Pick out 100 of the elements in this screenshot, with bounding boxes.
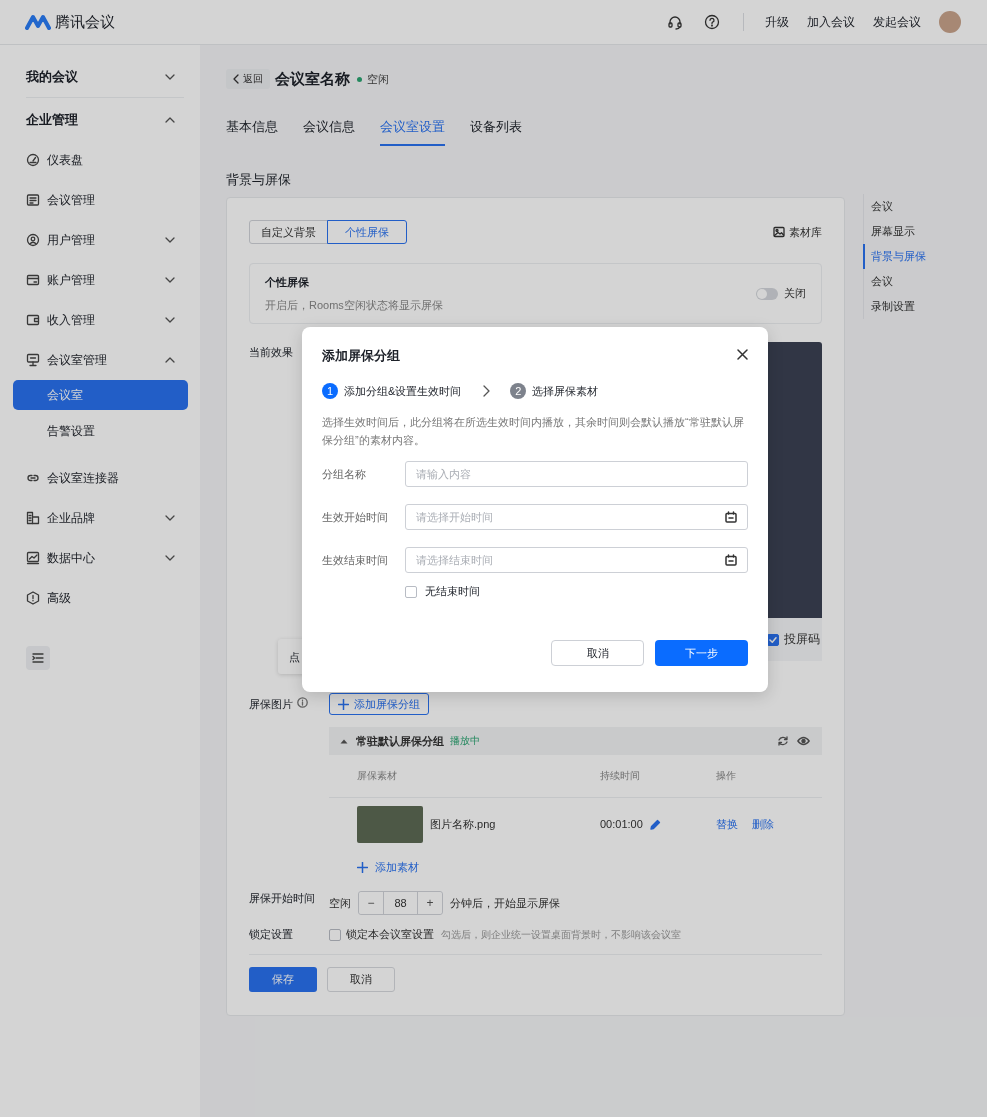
- chevron-down-icon: [165, 555, 175, 561]
- checkbox-label: 无结束时间: [425, 584, 480, 599]
- room-title: 会议室名称: [275, 69, 350, 89]
- toggle-switch[interactable]: [756, 287, 778, 300]
- header-link[interactable]: 升级: [765, 13, 789, 31]
- calendar-icon: [725, 511, 737, 523]
- calendar-icon: [725, 554, 737, 566]
- shield-icon: [26, 591, 40, 605]
- list-icon: [26, 193, 40, 207]
- card-icon: [26, 273, 40, 287]
- sidebar-item[interactable]: 企业管理: [0, 100, 200, 140]
- help-icon[interactable]: [704, 14, 720, 30]
- anchor-link[interactable]: 录制设置: [863, 294, 926, 319]
- anchor-link[interactable]: 会议: [863, 269, 926, 294]
- chevron-up-icon: [165, 117, 175, 123]
- wallet-icon: [26, 313, 40, 327]
- tab[interactable]: 基本信息: [226, 116, 278, 146]
- images-label: 屏保图片: [249, 697, 293, 712]
- column-header: 操作: [716, 769, 737, 783]
- action-link[interactable]: 替换: [716, 816, 738, 832]
- cancel-button[interactable]: 取消: [551, 640, 644, 666]
- sidebar-item[interactable]: 会议室管理: [0, 340, 200, 380]
- library-link[interactable]: 素材库: [773, 224, 822, 240]
- tab[interactable]: 会议信息: [303, 116, 355, 146]
- sidebar-item[interactable]: 收入管理: [0, 300, 200, 340]
- switch-label: 关闭: [784, 286, 806, 301]
- tab[interactable]: 设备列表: [470, 116, 522, 146]
- cancel-button[interactable]: 取消: [327, 967, 395, 992]
- monitor-icon: [26, 353, 40, 367]
- sidebar-item[interactable]: 我的会议: [0, 57, 200, 97]
- info-icon: [297, 697, 308, 708]
- sidebar-item[interactable]: 账户管理: [0, 260, 200, 300]
- column-header: 屏保素材: [357, 769, 398, 783]
- file-name: 图片名称.png: [430, 816, 496, 832]
- segment-option[interactable]: 自定义背景: [249, 220, 328, 244]
- section-title: 背景与屏保: [226, 171, 292, 187]
- date-field[interactable]: 请选择开始时间: [405, 504, 748, 530]
- close-icon[interactable]: [737, 348, 748, 360]
- add-group-button[interactable]: 添加屏保分组: [329, 693, 429, 715]
- anchor-link[interactable]: 会议: [863, 194, 926, 219]
- logo-icon: [25, 14, 51, 30]
- sidebar-item[interactable]: 告警设置: [13, 410, 188, 452]
- field-label: 分组名称: [322, 466, 367, 482]
- sidebar-item[interactable]: 仪表盘: [0, 140, 200, 180]
- back-button[interactable]: 返回: [226, 69, 270, 89]
- refresh-icon[interactable]: [777, 735, 789, 747]
- status-text: 空闲: [367, 71, 389, 87]
- sidebar-item[interactable]: 用户管理: [0, 220, 200, 260]
- chevron-down-icon: [165, 515, 175, 521]
- menu-icon: [32, 653, 44, 663]
- save-button[interactable]: 保存: [249, 967, 317, 992]
- sidebar-item[interactable]: 高级: [0, 578, 200, 618]
- sidebar-item[interactable]: 会议室: [13, 380, 188, 410]
- anchor-link[interactable]: 背景与屏保: [863, 244, 926, 269]
- start-time-label: 屏保开始时间: [249, 891, 316, 906]
- idle-label: 空闲: [329, 895, 351, 911]
- lock-label: 锁定设置: [249, 927, 294, 942]
- toggle-description: 开启后，Rooms空闲状态将显示屏保: [265, 297, 444, 313]
- chevron-down-icon: [165, 317, 175, 323]
- field-label: 生效开始时间: [322, 509, 389, 525]
- user-icon: [26, 233, 40, 247]
- sidebar-item[interactable]: 会议管理: [0, 180, 200, 220]
- triangle-up-icon[interactable]: [340, 738, 348, 744]
- dialog-description: 选择生效时间后，此分组将在所选生效时间内播放，其余时间则会默认播放“常驻默认屏保分组”的素材内容。: [322, 415, 745, 448]
- header-link[interactable]: 发起会议: [873, 13, 921, 31]
- field-label: 生效结束时间: [322, 552, 389, 568]
- chart-icon: [26, 551, 40, 565]
- eye-icon[interactable]: [797, 736, 810, 746]
- next-button[interactable]: 下一步: [655, 640, 748, 666]
- group-title: 常驻默认屏保分组: [356, 733, 444, 749]
- plus-icon: [338, 698, 349, 710]
- date-field[interactable]: 请选择结束时间: [405, 547, 748, 573]
- sidebar-item[interactable]: 会议室连接器: [0, 458, 200, 498]
- chevron-down-icon: [165, 74, 175, 80]
- photo-placeholder: [357, 805, 423, 843]
- action-link[interactable]: 删除: [752, 816, 774, 832]
- input-field[interactable]: 请输入内容: [405, 461, 748, 487]
- segment-option[interactable]: 个性屏保: [327, 220, 407, 244]
- status-dot: [357, 76, 362, 82]
- chevron-left-icon: [233, 74, 239, 84]
- checkbox[interactable]: [329, 928, 341, 941]
- image-icon: [773, 226, 785, 238]
- collapse-button[interactable]: [26, 646, 50, 670]
- duration: 00:01:00: [600, 818, 643, 830]
- dialog-title: 添加屏保分组: [322, 347, 400, 365]
- checkbox-label: 锁定本会议室设置: [346, 927, 434, 942]
- tab[interactable]: 会议室设置: [380, 116, 445, 146]
- anchor-link[interactable]: 屏幕显示: [863, 219, 926, 244]
- preview-label: 当前效果: [249, 345, 294, 360]
- sidebar-item[interactable]: 数据中心: [0, 538, 200, 578]
- chevron-up-icon: [165, 357, 175, 363]
- sidebar-item[interactable]: 企业品牌: [0, 498, 200, 538]
- pencil-icon[interactable]: [649, 818, 661, 830]
- add-material-link[interactable]: 添加素材: [357, 860, 419, 875]
- stepper-suffix: 分钟后，开始显示屏保: [450, 895, 560, 911]
- checkbox-label: 投屏码: [784, 631, 820, 648]
- chevron-down-icon: [165, 277, 175, 283]
- header-link[interactable]: 加入会议: [807, 13, 855, 31]
- headset-icon[interactable]: [667, 14, 683, 30]
- checkbox[interactable]: [405, 585, 417, 598]
